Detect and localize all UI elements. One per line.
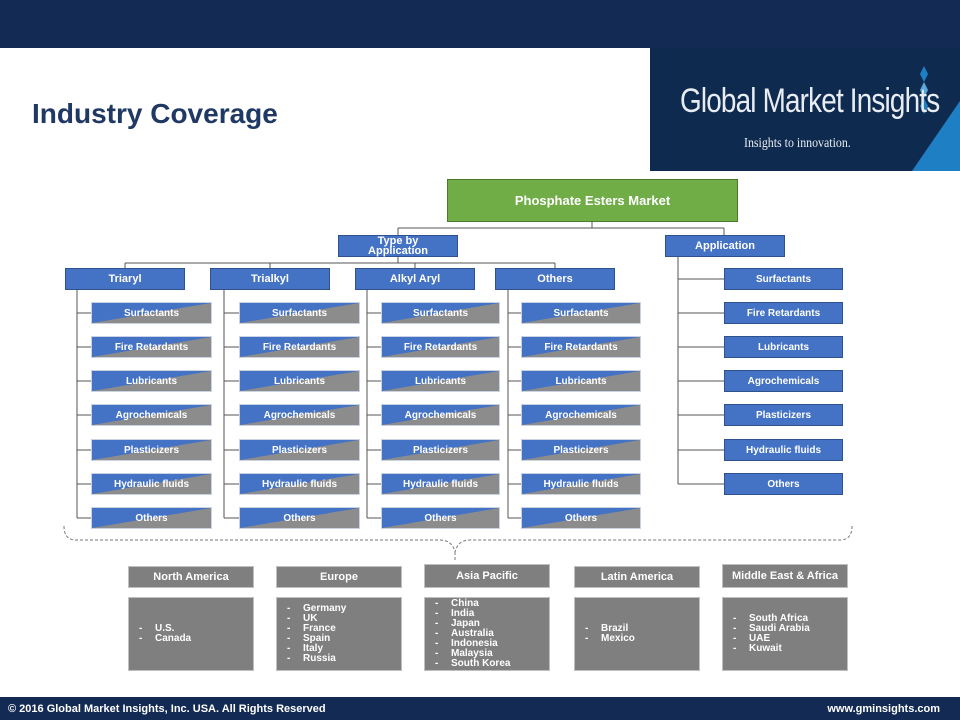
alkyl-aryl-item-hydraulic-fluids: Hydraulic fluids — [381, 473, 500, 495]
triaryl-item-lubricants: Lubricants — [91, 370, 212, 392]
branch-application: Application — [665, 235, 785, 257]
application-item-others: Others — [724, 473, 843, 495]
country-item: Kuwait — [733, 644, 847, 654]
root-node: Phosphate Esters Market — [447, 179, 738, 222]
type-alkyl-aryl: Alkyl Aryl — [355, 268, 475, 290]
others-item-plasticizers: Plasticizers — [521, 439, 641, 461]
region-north-america: North America — [128, 566, 254, 588]
triaryl-item-hydraulic-fluids: Hydraulic fluids — [91, 473, 212, 495]
others-item-others: Others — [521, 507, 641, 529]
others-item-surfactants: Surfactants — [521, 302, 641, 324]
others-item-agrochemicals: Agrochemicals — [521, 404, 641, 426]
triaryl-item-fire-retardants: Fire Retardants — [91, 336, 212, 358]
region-latin-america-countries: Brazil Mexico — [574, 597, 700, 671]
type-triaryl: Triaryl — [65, 268, 185, 290]
region-asia-pacific: Asia Pacific — [424, 564, 550, 588]
application-item-lubricants: Lubricants — [724, 336, 843, 358]
branch-type-by-application-label: Type by Application — [368, 235, 428, 257]
country-item: Russia — [287, 654, 401, 664]
trialkyl-item-surfactants: Surfactants — [239, 302, 360, 324]
others-item-fire-retardants: Fire Retardants — [521, 336, 641, 358]
trialkyl-item-others: Others — [239, 507, 360, 529]
trialkyl-item-fire-retardants: Fire Retardants — [239, 336, 360, 358]
type-trialkyl: Trialkyl — [210, 268, 330, 290]
footer-copyright: © 2016 Global Market Insights, Inc. USA.… — [8, 702, 326, 715]
region-latin-america: Latin America — [574, 566, 700, 588]
alkyl-aryl-item-surfactants: Surfactants — [381, 302, 500, 324]
others-item-lubricants: Lubricants — [521, 370, 641, 392]
alkyl-aryl-item-others: Others — [381, 507, 500, 529]
trialkyl-item-plasticizers: Plasticizers — [239, 439, 360, 461]
country-item: Canada — [139, 634, 253, 644]
triaryl-item-plasticizers: Plasticizers — [91, 439, 212, 461]
country-item: South Korea — [435, 659, 549, 669]
alkyl-aryl-item-fire-retardants: Fire Retardants — [381, 336, 500, 358]
region-middle-east-africa-countries: South Africa Saudi Arabia UAE Kuwait — [722, 597, 848, 671]
region-middle-east-africa: Middle East & Africa — [722, 564, 848, 588]
alkyl-aryl-item-agrochemicals: Agrochemicals — [381, 404, 500, 426]
triaryl-item-agrochemicals: Agrochemicals — [91, 404, 212, 426]
footer-bar: © 2016 Global Market Insights, Inc. USA.… — [0, 697, 960, 720]
region-europe-countries: Germany UK France Spain Italy Russia — [276, 597, 402, 671]
country-item: Mexico — [585, 634, 699, 644]
application-item-surfactants: Surfactants — [724, 268, 843, 290]
region-asia-pacific-countries: China India Japan Australia Indonesia Ma… — [424, 597, 550, 671]
region-middle-east-africa-label: Middle East & Africa — [732, 569, 838, 582]
others-item-hydraulic-fluids: Hydraulic fluids — [521, 473, 641, 495]
application-item-fire-retardants: Fire Retardants — [724, 302, 843, 324]
trialkyl-item-lubricants: Lubricants — [239, 370, 360, 392]
region-north-america-countries: U.S. Canada — [128, 597, 254, 671]
footer-website-link[interactable]: www.gminsights.com — [827, 703, 940, 715]
triaryl-item-surfactants: Surfactants — [91, 302, 212, 324]
trialkyl-item-hydraulic-fluids: Hydraulic fluids — [239, 473, 360, 495]
alkyl-aryl-item-lubricants: Lubricants — [381, 370, 500, 392]
region-europe: Europe — [276, 566, 402, 588]
application-item-plasticizers: Plasticizers — [724, 404, 843, 426]
triaryl-item-others: Others — [91, 507, 212, 529]
application-item-agrochemicals: Agrochemicals — [724, 370, 843, 392]
application-item-hydraulic-fluids: Hydraulic fluids — [724, 439, 843, 461]
branch-type-by-application: Type by Application — [338, 235, 458, 257]
alkyl-aryl-item-plasticizers: Plasticizers — [381, 439, 500, 461]
trialkyl-item-agrochemicals: Agrochemicals — [239, 404, 360, 426]
type-others: Others — [495, 268, 615, 290]
